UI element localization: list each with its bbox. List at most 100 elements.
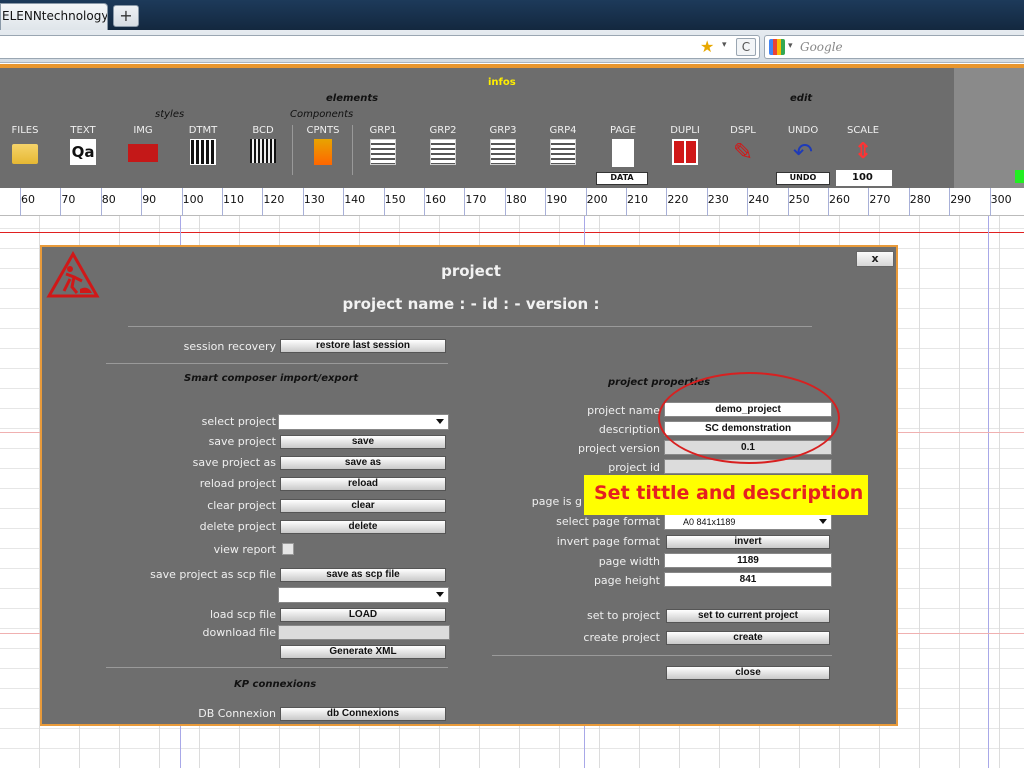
tool-label: BCD [252, 125, 274, 136]
ruler-tick-label: 200 [586, 193, 608, 206]
tool-dspl[interactable]: DSPL ✎ [718, 125, 768, 165]
kp-connexions-section: KP connexions [234, 679, 317, 690]
divider [106, 363, 448, 364]
save-button[interactable]: save [280, 435, 446, 449]
close-button[interactable]: close [666, 666, 830, 680]
chevron-down-icon[interactable]: ▾ [788, 41, 793, 51]
restore-session-button[interactable]: restore last session [280, 339, 446, 353]
search-input[interactable]: ▾ Google [764, 35, 1024, 59]
chevron-down-icon [436, 592, 444, 597]
tool-label: DUPLI [670, 125, 700, 136]
ruler-tick-label: 170 [465, 193, 487, 206]
tool-undo[interactable]: UNDO ↶ [778, 125, 828, 165]
delete-button[interactable]: delete [280, 520, 446, 534]
view-report-checkbox[interactable] [282, 543, 294, 555]
tool-page[interactable]: PAGE [598, 125, 648, 167]
invert-button[interactable]: invert [666, 535, 830, 549]
scp-file-dropdown[interactable] [278, 587, 449, 603]
components-icon [314, 139, 332, 165]
tool-label: TEXT [70, 125, 96, 136]
select-project-label: select project [201, 415, 276, 428]
toolbar-divider [292, 125, 293, 175]
new-tab-button[interactable]: + [113, 5, 139, 27]
ruler-tick-label: 120 [263, 193, 285, 206]
tool-grp1[interactable]: GRP1 [358, 125, 408, 165]
horizontal-ruler: 60 70 80 90 100 110 120 130 140 150 160 170 180 190 20… [0, 188, 1024, 216]
load-button[interactable]: LOAD [280, 608, 446, 622]
download-field[interactable] [278, 625, 450, 640]
tool-label: CPNTS [306, 125, 340, 136]
ruler-tick-label: 80 [101, 193, 116, 206]
browser-tab[interactable]: ELENNtechnology [0, 3, 108, 30]
text-icon: Qa [70, 139, 96, 165]
ruler-tick-label: 180 [505, 193, 527, 206]
url-input[interactable] [0, 35, 760, 59]
tool-label: GRP2 [429, 125, 457, 136]
toolbar-infos: infos [488, 77, 516, 88]
ruler-tick-label: 190 [546, 193, 568, 206]
tab-title: ELENNtechnology [2, 9, 108, 23]
page-margin-line [0, 232, 1024, 233]
ruler-tick-label: 230 [707, 193, 729, 206]
tool-img[interactable]: IMG [118, 125, 168, 162]
undo-button[interactable]: UNDO [776, 172, 830, 185]
delete-label: delete project [199, 520, 276, 533]
tool-grp4[interactable]: GRP4 [538, 125, 588, 165]
page-width-field[interactable]: 1189 [664, 553, 832, 568]
ruler-tick-label: 90 [142, 193, 157, 206]
page-format-label: select page format [556, 515, 660, 528]
divider [492, 655, 832, 656]
image-icon [128, 144, 158, 162]
page-height-field[interactable]: 841 [664, 572, 832, 587]
save-as-label: save project as [192, 456, 276, 469]
ruler-tick-label: 260 [829, 193, 850, 206]
group-icon [370, 139, 396, 165]
highlight-ellipse [658, 372, 840, 464]
save-as-button[interactable]: save as [280, 456, 446, 470]
data-button[interactable]: DATA [596, 172, 648, 185]
tool-dtmt[interactable]: DTMT [178, 125, 228, 165]
select-value: A0 841x1189 [683, 517, 736, 527]
reload-button[interactable]: C [736, 38, 756, 56]
duplicate-icon [672, 139, 698, 165]
invert-format-label: invert page format [556, 535, 660, 548]
tool-files[interactable]: FILES [0, 125, 50, 164]
toolbar-divider [352, 125, 353, 175]
ruler-tick-label: 60 [21, 193, 35, 206]
ruler-tick-label: 210 [627, 193, 648, 206]
chevron-down-icon[interactable]: ▾ [722, 40, 727, 50]
project-version-label: project version [578, 442, 660, 455]
group-icon [430, 139, 456, 165]
tool-bcd[interactable]: BCD [238, 125, 288, 163]
datamatrix-icon [190, 139, 216, 165]
divider [128, 326, 812, 327]
wrench-icon: ✎ [732, 138, 754, 166]
browser-tab-bar: ELENNtechnology + [0, 0, 1024, 30]
ruler-tick-label: 150 [384, 193, 406, 206]
google-icon[interactable] [769, 39, 785, 55]
create-button[interactable]: create [666, 631, 830, 645]
set-to-project-label: set to project [586, 609, 660, 622]
tool-grp2[interactable]: GRP2 [418, 125, 468, 165]
scale-input[interactable]: 100 [836, 170, 892, 186]
set-current-project-button[interactable]: set to current project [666, 609, 830, 623]
clear-button[interactable]: clear [280, 499, 446, 513]
page-format-dropdown[interactable]: A0 841x1189 [664, 514, 832, 530]
tool-cpnts[interactable]: CPNTS [298, 125, 348, 165]
tool-grp3[interactable]: GRP3 [478, 125, 528, 165]
project-name-label: project name [587, 404, 660, 417]
group-icon [550, 139, 576, 165]
tool-scale[interactable]: SCALE ⇕ [838, 125, 888, 165]
save-scp-button[interactable]: save as scp file [280, 568, 446, 582]
scale-icon: ⇕ [853, 139, 873, 164]
db-connexions-button[interactable]: db Connexions [280, 707, 446, 721]
star-icon[interactable]: ★ [700, 37, 714, 56]
select-project-dropdown[interactable] [278, 414, 449, 430]
group-icon [490, 139, 516, 165]
tool-dupli[interactable]: DUPLI [660, 125, 710, 165]
reload-label: reload project [199, 477, 276, 490]
tool-text[interactable]: TEXT Qa [58, 125, 108, 165]
reload-button[interactable]: reload [280, 477, 446, 491]
toolbar-group-edit: edit [790, 93, 813, 104]
generate-xml-button[interactable]: Generate XML [280, 645, 446, 659]
